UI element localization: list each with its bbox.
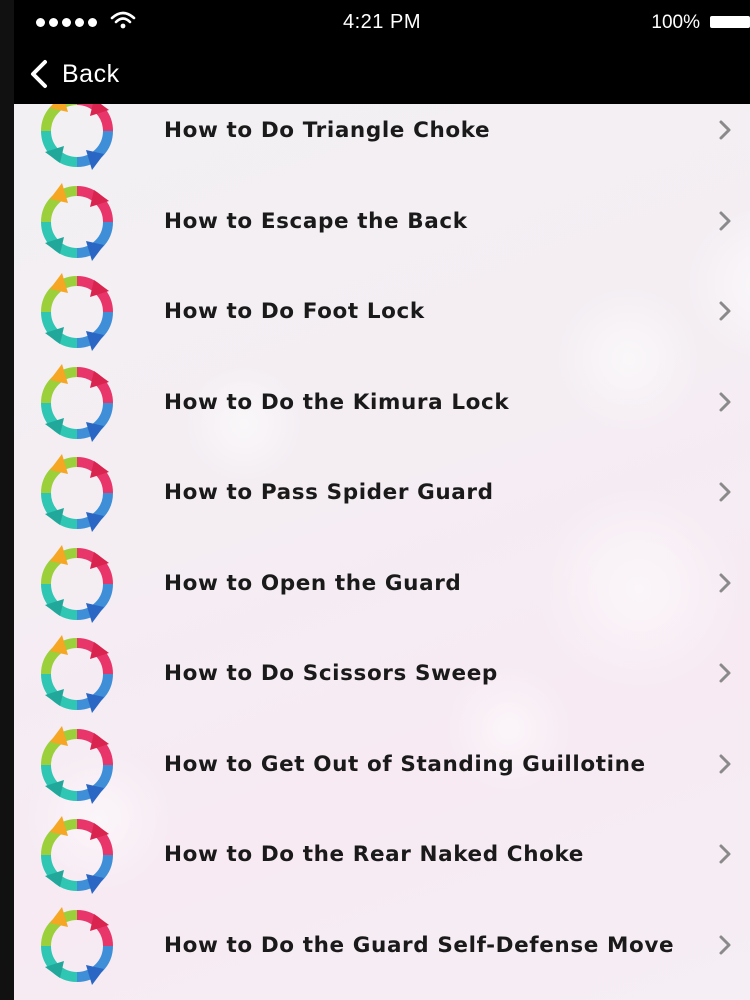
refresh-cycle-icon bbox=[41, 104, 113, 170]
device-screen: 4:21 PM 100% Back How to Do Triangle Cho… bbox=[14, 0, 750, 1000]
list-item-label: How to Escape the Back bbox=[164, 209, 468, 234]
list-item-label: How to Get Out of Standing Guillotine bbox=[164, 752, 646, 777]
refresh-cycle-icon bbox=[41, 364, 113, 442]
refresh-cycle-icon bbox=[41, 545, 113, 623]
list-item[interactable]: How to Do the Guard Self-Defense Move bbox=[14, 901, 750, 991]
list-item-label: How to Do the Guard Self-Defense Move bbox=[164, 933, 675, 958]
chevron-right-icon bbox=[719, 120, 731, 140]
battery-percentage: 100% bbox=[651, 12, 700, 33]
chevron-right-icon bbox=[719, 392, 731, 412]
status-time: 4:21 PM bbox=[343, 11, 421, 33]
refresh-cycle-icon bbox=[41, 183, 113, 261]
refresh-cycle-icon bbox=[41, 454, 113, 532]
list-item[interactable]: How to Do Scissors Sweep bbox=[14, 629, 750, 719]
refresh-cycle-icon bbox=[41, 273, 113, 351]
list-item-label: How to Do Scissors Sweep bbox=[164, 661, 498, 686]
list-item[interactable]: How to Do the Rear Naked Choke bbox=[14, 810, 750, 900]
list-item[interactable]: How to Do the Kimura Lock bbox=[14, 358, 750, 448]
chevron-right-icon bbox=[719, 573, 731, 593]
list-item-label: How to Open the Guard bbox=[164, 571, 462, 596]
list-item[interactable]: How to Do Triangle Choke bbox=[14, 104, 750, 176]
refresh-cycle-icon bbox=[41, 816, 113, 894]
list-item[interactable]: How to Escape the Back bbox=[14, 177, 750, 267]
chevron-left-icon bbox=[31, 60, 47, 88]
back-button[interactable]: Back bbox=[28, 54, 120, 94]
chevron-right-icon bbox=[719, 935, 731, 955]
back-label: Back bbox=[62, 59, 120, 88]
article-list[interactable]: How to Do Triangle Choke How to Escape t… bbox=[14, 104, 750, 1000]
list-item[interactable]: How to Open the Guard bbox=[14, 539, 750, 629]
battery-icon bbox=[710, 16, 750, 28]
chevron-right-icon bbox=[719, 301, 731, 321]
refresh-cycle-icon bbox=[41, 907, 113, 985]
list-item-label: How to Pass Spider Guard bbox=[164, 480, 494, 505]
refresh-cycle-icon bbox=[41, 726, 113, 804]
list-item-label: How to Do Foot Lock bbox=[164, 299, 425, 324]
navigation-bar: Back bbox=[14, 44, 750, 104]
status-bar: 4:21 PM 100% bbox=[14, 0, 750, 44]
chevron-right-icon bbox=[719, 482, 731, 502]
chevron-right-icon bbox=[719, 211, 731, 231]
refresh-cycle-icon bbox=[41, 635, 113, 713]
chevron-right-icon bbox=[719, 844, 731, 864]
list-item-label: How to Do Triangle Choke bbox=[164, 118, 491, 143]
chevron-right-icon bbox=[719, 663, 731, 683]
list-item-label: How to Do the Rear Naked Choke bbox=[164, 842, 584, 867]
chevron-right-icon bbox=[719, 754, 731, 774]
list-item-label: How to Do the Kimura Lock bbox=[164, 390, 510, 415]
list-item[interactable]: How to Do Foot Lock bbox=[14, 267, 750, 357]
list-item[interactable]: How to Get Out of Standing Guillotine bbox=[14, 720, 750, 810]
list-item[interactable]: How to Pass Spider Guard bbox=[14, 448, 750, 538]
